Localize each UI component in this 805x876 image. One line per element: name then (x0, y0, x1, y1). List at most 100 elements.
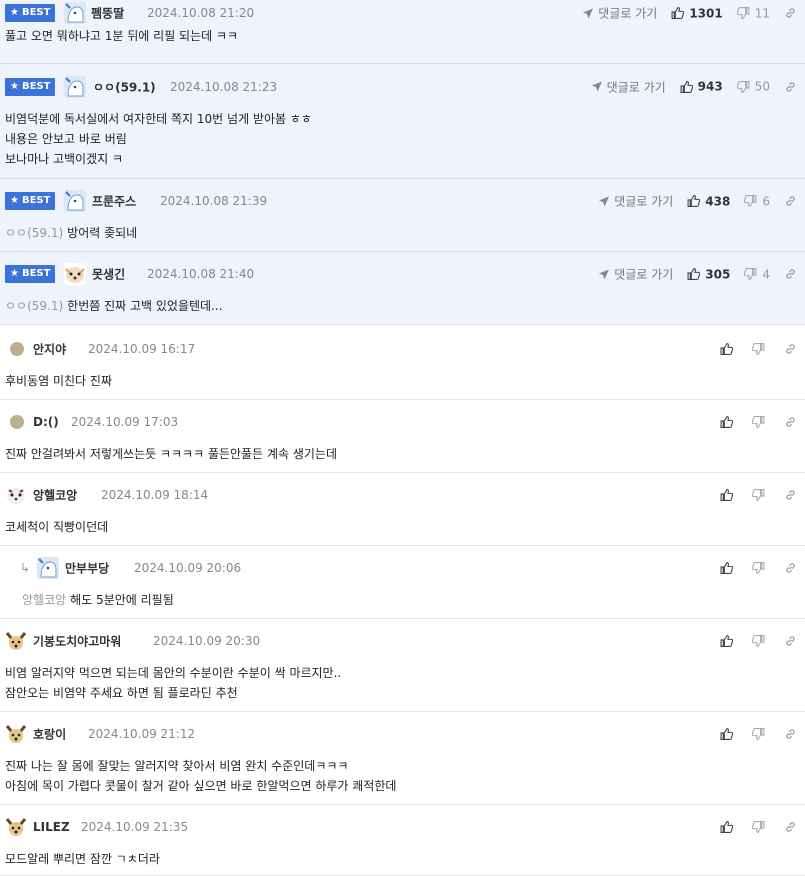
thumbs-down-icon (752, 562, 765, 575)
copy-link-button[interactable] (784, 416, 797, 429)
comment-line: ㅇㅇ(59.1) 방어력 좆되네 (5, 223, 800, 243)
link-icon (784, 821, 797, 834)
comment: LILEZ 2024.10.09 21:35 모드알레 뿌리면 잠깐 ㄱㅊ더라 (0, 805, 805, 876)
comment-line: 내용은 안보고 바로 버림 (5, 129, 800, 149)
upvote-button[interactable]: 1301 (671, 6, 723, 20)
comment-date: 2024.10.09 17:03 (71, 415, 179, 429)
upvote-count: 1301 (689, 6, 723, 20)
avatar (64, 2, 86, 24)
comment-actions (720, 562, 797, 575)
copy-link-button[interactable] (784, 343, 797, 356)
comment-date: 2024.10.09 16:17 (88, 342, 196, 356)
downvote-button[interactable] (752, 821, 770, 834)
comment-line: 보나마나 고백이겠지 ㅋ (5, 149, 800, 169)
best-badge: ★ BEST (5, 4, 56, 22)
downvote-button[interactable]: 4 (744, 267, 770, 281)
downvote-button[interactable] (752, 728, 770, 741)
downvote-button[interactable] (752, 489, 770, 502)
comment-author[interactable]: D:() (33, 415, 59, 429)
comment-author[interactable]: LILEZ (33, 820, 70, 834)
send-icon (582, 7, 594, 19)
comment-date: 2024.10.08 21:23 (170, 79, 278, 94)
reply-target[interactable]: 앙헬코앙 (22, 593, 66, 607)
comment-line: ㅇㅇ(59.1) 한번쯤 진짜 고백 있었을텐데... (5, 296, 800, 316)
send-icon (598, 195, 610, 207)
downvote-button[interactable] (752, 562, 770, 575)
comment-actions (720, 635, 797, 648)
thumbs-up-icon (680, 80, 693, 93)
link-icon (784, 343, 797, 356)
send-icon (598, 268, 610, 280)
reply-target[interactable]: ㅇㅇ(59.1) (5, 299, 63, 313)
thumbs-up-icon (687, 195, 700, 208)
comment-body: 진짜 나는 잘 몸에 잘맞는 알러지약 찾아서 비염 완치 수준인데ㅋㅋㅋ 아침에… (0, 756, 805, 796)
downvote-button[interactable] (752, 635, 770, 648)
downvote-button[interactable]: 11 (737, 6, 770, 20)
copy-link-button[interactable] (784, 268, 797, 281)
upvote-button[interactable] (720, 416, 738, 429)
upvote-button[interactable]: 943 (680, 80, 723, 94)
comment-author[interactable]: 만부부당 (65, 560, 109, 577)
comment-author[interactable]: 펨뚱딸 (91, 5, 124, 22)
goto-comment-link[interactable]: 댓글로 가기 (598, 266, 673, 283)
goto-comment-link[interactable]: 댓글로 가기 (598, 193, 673, 210)
star-icon: ★ (10, 7, 19, 18)
avatar (5, 816, 27, 838)
comment-author[interactable]: 못생긴 (92, 266, 125, 283)
comment-author[interactable]: 기봉도치야고마워 (33, 633, 121, 650)
link-icon (784, 562, 797, 575)
downvote-button[interactable]: 6 (744, 194, 770, 208)
comment-date: 2024.10.08 21:40 (147, 267, 255, 281)
upvote-button[interactable] (720, 635, 738, 648)
thumbs-down-icon (752, 416, 765, 429)
upvote-button[interactable] (720, 821, 738, 834)
downvote-button[interactable] (752, 343, 770, 356)
comment-date: 2024.10.09 21:35 (81, 820, 189, 834)
copy-link-button[interactable] (784, 195, 797, 208)
copy-link-button[interactable] (784, 80, 797, 93)
comment-author[interactable]: 안지야 (33, 341, 66, 358)
copy-link-button[interactable] (784, 562, 797, 575)
star-icon: ★ (10, 80, 19, 92)
comment-actions: 댓글로 가기 1301 11 (582, 5, 797, 22)
upvote-button[interactable] (720, 562, 738, 575)
comment-author[interactable]: ㅇㅇ(59.1) (93, 78, 156, 95)
comment-author[interactable]: 프룬주스 (92, 193, 136, 210)
star-icon: ★ (10, 195, 19, 206)
upvote-button[interactable] (720, 489, 738, 502)
copy-link-button[interactable] (784, 728, 797, 741)
upvote-button[interactable]: 305 (687, 267, 730, 281)
thumbs-up-icon (720, 489, 733, 502)
downvote-button[interactable] (752, 416, 770, 429)
thumbs-up-icon (671, 7, 684, 20)
upvote-button[interactable] (720, 728, 738, 741)
goto-comment-link[interactable]: 댓글로 가기 (582, 5, 657, 22)
comment-body: 앙헬코앙 해도 5분안에 리필됨 (0, 590, 805, 610)
comment-line: 앙헬코앙 해도 5분안에 리필됨 (22, 590, 800, 610)
thumbs-down-icon (744, 195, 757, 208)
copy-link-button[interactable] (784, 489, 797, 502)
goto-comment-link[interactable]: 댓글로 가기 (591, 78, 666, 95)
reply-target[interactable]: ㅇㅇ(59.1) (5, 226, 63, 240)
copy-link-button[interactable] (784, 821, 797, 834)
thumbs-up-icon (720, 562, 733, 575)
best-comment: ★ BEST 못생긴 2024.10.08 21:40 댓글로 가기 305 4 ㅇㅇ(59.… (0, 252, 805, 325)
copy-link-button[interactable] (784, 635, 797, 648)
upvote-button[interactable] (720, 343, 738, 356)
link-icon (784, 195, 797, 208)
downvote-button[interactable]: 50 (737, 80, 770, 94)
downvote-count: 50 (754, 79, 770, 94)
comment-author[interactable]: 앙헬코앙 (33, 487, 77, 504)
comment-text: 코세척이 직빵이던데 (5, 520, 109, 534)
thumbs-up-icon (720, 416, 733, 429)
copy-link-button[interactable] (784, 7, 797, 20)
comment-actions (720, 416, 797, 429)
comment-body: ㅇㅇ(59.1) 방어력 좆되네 (0, 223, 805, 243)
comment-author[interactable]: 호랑이 (33, 726, 66, 743)
comment-header: 앙헬코앙 2024.10.09 18:14 (0, 473, 805, 517)
upvote-button[interactable]: 438 (687, 194, 730, 208)
thumbs-up-icon (720, 821, 733, 834)
best-comment: ★ BEST 프룬주스 2024.10.08 21:39 댓글로 가기 438 6 ㅇㅇ(59… (0, 179, 805, 252)
avatar (10, 342, 24, 356)
thumbs-down-icon (752, 821, 765, 834)
